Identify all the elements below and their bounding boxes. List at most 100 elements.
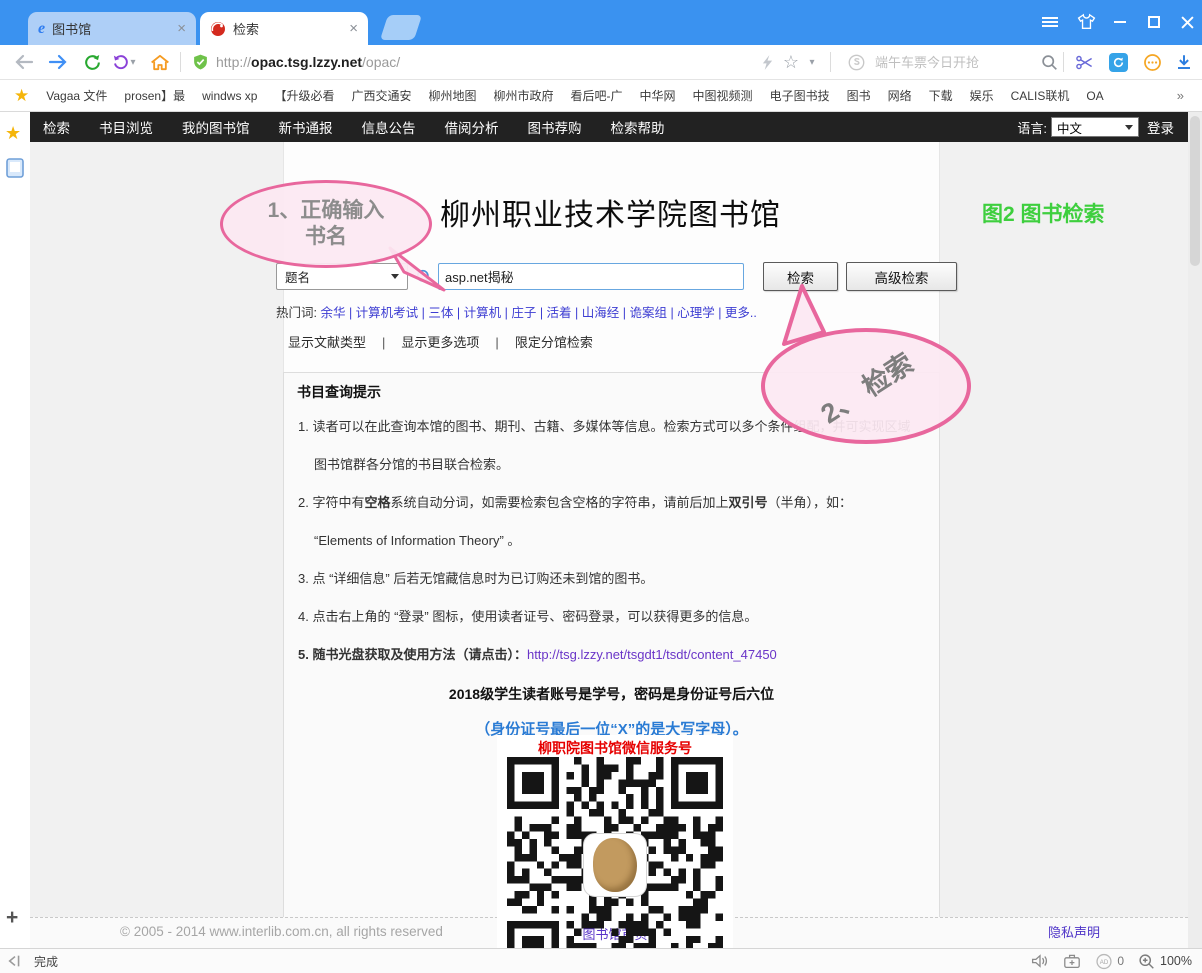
hot-words-label: 热门词: — [276, 306, 320, 320]
tab-close-icon[interactable]: × — [177, 20, 186, 37]
language-select[interactable]: 中文 — [1051, 117, 1139, 137]
bookmarks-star-icon[interactable]: ★ — [14, 86, 29, 106]
bookmark-item[interactable]: 图书 — [847, 87, 871, 104]
hot-word-link[interactable]: 庄子 — [511, 306, 546, 320]
hot-words-row: 热门词: 余华计算机考试三体计算机庄子活着山海经诡案组心理学更多.. — [276, 302, 757, 321]
hot-word-link[interactable]: 余华 — [320, 306, 355, 320]
favorite-star-icon[interactable]: ☆ — [780, 45, 802, 79]
tab-close-icon[interactable]: × — [349, 20, 358, 37]
back-icon[interactable] — [10, 45, 38, 79]
bookmark-item[interactable]: OA — [1086, 89, 1103, 103]
titlebar: e 图书馆 × 检索 × — [0, 0, 1202, 45]
medkit-icon[interactable] — [1063, 953, 1081, 969]
hot-word-link[interactable]: 计算机 — [464, 306, 512, 320]
nav-item-browse[interactable]: 书目浏览 — [99, 117, 153, 137]
minimize-button[interactable] — [1110, 12, 1130, 32]
bookmarks-overflow-chevron[interactable]: » — [1177, 88, 1192, 103]
site-safety-shield-icon[interactable] — [188, 45, 212, 79]
chevron-down-icon — [1125, 125, 1133, 130]
browser-search-input[interactable] — [870, 45, 1040, 79]
favorites-sidebar-icon[interactable]: ★ — [5, 123, 21, 144]
bookmark-item[interactable]: 下载 — [929, 87, 953, 104]
advanced-search-button[interactable]: 高级检索 — [846, 262, 957, 291]
opac-search-input[interactable] — [438, 263, 744, 290]
reader-panel-icon[interactable] — [6, 158, 24, 178]
tab-library[interactable]: e 图书馆 × — [28, 12, 196, 45]
zoom-control[interactable]: 100% — [1138, 953, 1192, 970]
bookmark-item[interactable]: 看后吧-广 — [571, 87, 623, 104]
bookmark-item[interactable]: 中华网 — [640, 87, 676, 104]
collapse-sidebar-icon[interactable] — [6, 953, 24, 969]
show-more-options-link[interactable]: 显示更多选项 — [401, 335, 514, 350]
refresh-icon[interactable] — [78, 45, 106, 79]
bookmark-item[interactable]: 电子图书技 — [770, 87, 830, 104]
nav-item-analysis[interactable]: 借阅分析 — [445, 117, 499, 137]
nav-item-notices[interactable]: 信息公告 — [362, 117, 416, 137]
extensions-dots-icon[interactable] — [1140, 45, 1164, 79]
hot-word-link[interactable]: 山海经 — [582, 306, 630, 320]
bookmark-item[interactable]: 网络 — [888, 87, 912, 104]
home-icon[interactable] — [146, 45, 174, 79]
speaker-icon[interactable] — [1031, 953, 1049, 969]
new-tab-button[interactable] — [380, 15, 422, 40]
bookmark-item[interactable]: CALIS联机 — [1011, 87, 1070, 104]
login-link[interactable]: 登录 — [1147, 117, 1174, 137]
address-url[interactable]: http://opac.tsg.lzzy.net/opac/ — [216, 45, 400, 79]
annotation-text: 书名 — [305, 224, 347, 250]
bookmark-item[interactable]: Vagaa 文件 — [46, 87, 107, 104]
screenshot-scissors-icon[interactable] — [1072, 45, 1096, 79]
theme-skin-icon[interactable] — [1076, 12, 1096, 32]
hot-word-link[interactable]: 诡案组 — [629, 306, 677, 320]
scrollbar-thumb[interactable] — [1190, 116, 1200, 266]
page-scrollbar[interactable] — [1188, 112, 1202, 948]
tip-line: 4. 点击右上角的 “登录” 图标，使用读者证号、密码登录，可以获得更多的信息。 — [298, 608, 925, 626]
undo-icon[interactable]: ▾ — [110, 45, 138, 79]
translate-refresh-icon[interactable] — [1106, 45, 1130, 79]
zoom-icon — [1138, 953, 1155, 970]
menu-icon[interactable] — [1040, 12, 1060, 32]
ad-blocker-status[interactable]: AD 0 — [1095, 953, 1124, 970]
side-strip: ★ + — [0, 112, 30, 948]
tip-line: 5. 随书光盘获取及使用方法（请点击）：http://tsg.lzzy.net/… — [298, 646, 925, 664]
browser-search-field[interactable] — [875, 55, 1035, 70]
close-button[interactable] — [1177, 12, 1197, 32]
search-type-value: 题名 — [285, 267, 310, 286]
hot-word-link[interactable]: 计算机考试 — [356, 306, 429, 320]
hot-word-link[interactable]: 心理学 — [677, 306, 725, 320]
bookmark-item[interactable]: 柳州市政府 — [494, 87, 554, 104]
bookmark-item[interactable]: 【升级必看 — [274, 87, 334, 104]
bookmark-item[interactable]: 娱乐 — [970, 87, 994, 104]
show-doc-types-link[interactable]: 显示文献类型 — [288, 335, 401, 350]
qr-title: 柳职院图书馆微信服务号 — [497, 738, 733, 758]
privacy-link[interactable]: 隐私声明 — [1048, 922, 1100, 941]
search-magnifier-icon[interactable] — [1038, 45, 1060, 79]
tab-search[interactable]: 检索 × — [200, 12, 368, 45]
cd-help-link[interactable]: http://tsg.lzzy.net/tsgdt1/tsdt/content_… — [527, 647, 777, 662]
download-icon[interactable] — [1172, 45, 1196, 79]
nav-item-search[interactable]: 检索 — [43, 117, 70, 137]
undo-dropdown-icon[interactable]: ▾ — [130, 57, 135, 68]
tab-label: 检索 — [233, 19, 349, 38]
maximize-button[interactable] — [1144, 12, 1164, 32]
add-sidebar-icon[interactable]: + — [6, 906, 18, 930]
hot-word-link[interactable]: 活着 — [547, 306, 582, 320]
tip-line: “Elements of Information Theory” 。 — [314, 532, 925, 550]
forward-icon[interactable] — [44, 45, 72, 79]
bookmark-item[interactable]: prosen】最 — [124, 87, 185, 104]
nav-item-newbooks[interactable]: 新书通报 — [279, 117, 333, 137]
bookmark-item[interactable]: windws xp — [202, 89, 257, 103]
limit-branch-link[interactable]: 限定分馆检索 — [515, 335, 593, 350]
figure-caption: 图2 图书检索 — [982, 198, 1105, 228]
nav-item-mylibrary[interactable]: 我的图书馆 — [182, 117, 250, 137]
bookmark-item[interactable]: 广西交通安 — [351, 87, 411, 104]
nav-item-help[interactable]: 检索帮助 — [611, 117, 665, 137]
hot-word-link[interactable]: 三体 — [428, 306, 463, 320]
more-hot-words-link[interactable]: 更多.. — [725, 306, 757, 320]
bookmark-item[interactable]: 中图视频测 — [693, 87, 753, 104]
favorite-dropdown-icon[interactable]: ▾ — [804, 45, 820, 79]
flash-bolt-icon[interactable] — [756, 45, 778, 79]
bookmark-item[interactable]: 柳州地图 — [429, 87, 477, 104]
divider — [830, 52, 831, 72]
annotation-text: 1、正确输入 — [268, 198, 385, 224]
nav-item-recommend[interactable]: 图书荐购 — [528, 117, 582, 137]
